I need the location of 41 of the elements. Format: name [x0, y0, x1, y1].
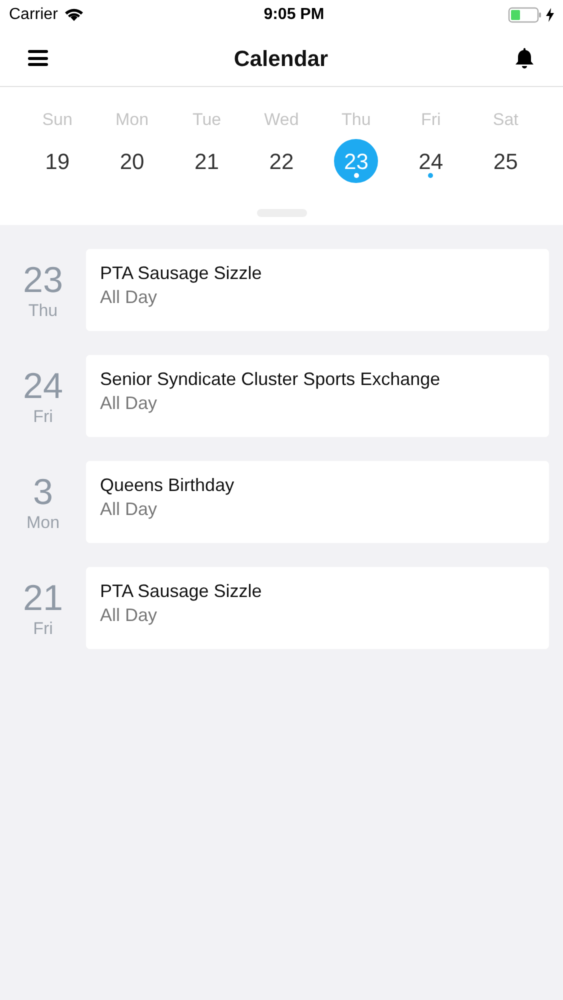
weekday-label: Sun: [42, 109, 72, 131]
date-button[interactable]: 22: [259, 139, 304, 183]
event-card[interactable]: Senior Syndicate Cluster Sports Exchange All Day: [86, 355, 549, 437]
event-card[interactable]: Queens Birthday All Day: [86, 461, 549, 543]
event-time: All Day: [100, 498, 158, 521]
event-title: PTA Sausage Sizzle: [100, 580, 263, 603]
clock-time: 9:05 PM: [264, 5, 324, 25]
weekday-label: Fri: [421, 109, 441, 131]
event-time: All Day: [100, 286, 158, 309]
event-card[interactable]: PTA Sausage Sizzle All Day: [86, 249, 549, 331]
date-button[interactable]: 24: [408, 139, 453, 183]
charging-icon: [546, 8, 554, 22]
event-weekday: Fri: [33, 406, 53, 428]
event-day-number: 21: [22, 580, 64, 616]
weekday-label: Tue: [192, 109, 222, 131]
battery-icon: [508, 7, 542, 23]
event-title: Senior Syndicate Cluster Sports Exchange: [100, 368, 442, 391]
event-day-number: 23: [22, 262, 64, 298]
wifi-icon: [64, 8, 84, 22]
event-time: All Day: [100, 604, 158, 627]
date-button[interactable]: 19: [35, 139, 80, 183]
event-title: Queens Birthday: [100, 474, 236, 497]
event-day-number: 3: [32, 474, 54, 510]
event-weekday: Thu: [28, 300, 58, 322]
event-day-number: 24: [22, 368, 64, 404]
event-weekday: Mon: [26, 512, 60, 534]
weekday-label: Mon: [116, 109, 149, 131]
weekday-label: Wed: [264, 109, 299, 131]
event-title: PTA Sausage Sizzle: [100, 262, 263, 285]
date-button[interactable]: 20: [110, 139, 154, 183]
event-time: All Day: [100, 392, 158, 415]
event-weekday: Fri: [33, 618, 53, 640]
menu-button[interactable]: [28, 49, 48, 67]
carrier-label: Carrier: [9, 5, 58, 25]
date-button[interactable]: 21: [184, 139, 229, 183]
weekday-label: Thu: [342, 109, 371, 131]
weekday-label: Sat: [492, 109, 518, 131]
notification-bell-icon[interactable]: [514, 47, 535, 69]
window-title: Calendar: [234, 44, 328, 72]
date-button[interactable]: 25: [484, 139, 528, 183]
event-card[interactable]: PTA Sausage Sizzle All Day: [86, 567, 549, 649]
